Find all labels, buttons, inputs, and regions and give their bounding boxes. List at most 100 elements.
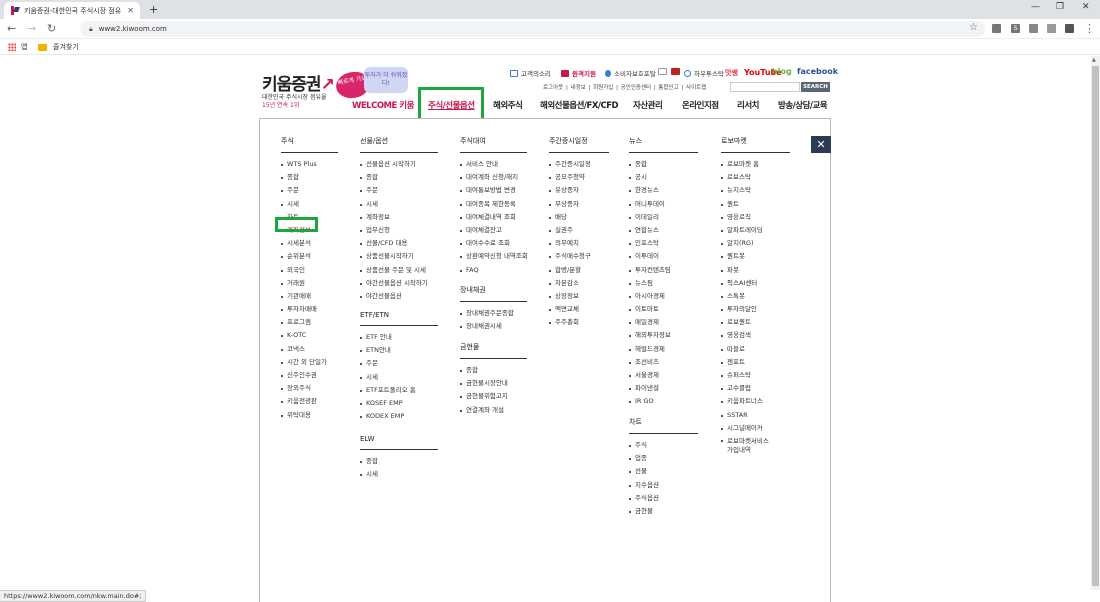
forward-icon[interactable]: → (27, 22, 36, 35)
menu-item[interactable]: 주식매수청구 (549, 250, 609, 263)
menu-item[interactable]: 헤럴드경제 (629, 343, 698, 356)
menu-item[interactable]: 주간증시일정 (549, 158, 609, 171)
menu-item[interactable]: 장내채권시세 (460, 320, 527, 333)
menu-item[interactable]: 주문 (360, 357, 438, 370)
menu-item[interactable]: 해외투자정보 (629, 329, 698, 342)
menu-item[interactable]: 야간선물옵션 시작하기 (360, 277, 438, 290)
menu-item[interactable]: 머니투데이 (629, 198, 698, 211)
menu-item[interactable]: 주식 (629, 439, 698, 452)
menu-item[interactable]: 실권주 (549, 224, 609, 237)
menu-item[interactable]: ETF 안내 (360, 331, 438, 344)
menu-item[interactable]: 조선비즈 (629, 356, 698, 369)
util-customer[interactable]: 고객의소리 (510, 68, 551, 78)
menu-item[interactable]: 금현물 (629, 505, 698, 518)
menu-dots-icon[interactable]: ⋮ (1084, 22, 1095, 35)
scroll-up-icon[interactable]: ▲ (1092, 57, 1096, 63)
maximize-icon[interactable]: ❐ (1056, 2, 1064, 12)
menu-item[interactable]: 뉴스핌 (629, 277, 698, 290)
menu-item[interactable]: 합병/분할 (549, 264, 609, 277)
us-flag-icon[interactable] (671, 68, 683, 75)
menu-item[interactable]: 영웅로직 (721, 211, 790, 224)
menu-item[interactable]: 서비스 안내 (460, 158, 527, 171)
close-window-icon[interactable]: ✕ (1082, 2, 1090, 12)
menu-item[interactable]: 대여계좌 신청/해지 (460, 171, 527, 184)
favorites-folder[interactable]: 즐겨찾기 (38, 42, 79, 52)
menu-item[interactable]: 외국인 (281, 264, 338, 277)
menu-item[interactable]: 픽스AI센터 (721, 277, 790, 290)
extension-icon[interactable] (992, 24, 1001, 33)
address-bar[interactable]: 🔒︎ www2.kiwoom.com ☆ (80, 21, 985, 37)
nav-welcome[interactable]: WELCOME 키움 (352, 99, 414, 111)
menu-item[interactable]: 퀀트봇 (721, 250, 790, 263)
menu-item[interactable]: 한경뉴스 (629, 184, 698, 197)
menu-item[interactable]: 시간 외 단일가 (281, 356, 338, 369)
menu-item[interactable]: K-OTC (281, 329, 338, 342)
menu-item[interactable]: 대여체결내역 조회 (460, 211, 527, 224)
menu-item[interactable]: 키움전광판 (281, 395, 338, 408)
new-tab-icon[interactable]: + (149, 3, 158, 16)
menu-item[interactable]: 스톡봇 (721, 290, 790, 303)
menu-item[interactable]: 상장정보 (549, 290, 609, 303)
menu-item[interactable]: 따블로 (721, 343, 790, 356)
menu-item[interactable]: 상품선물 주문 및 시세 (360, 264, 438, 277)
menu-item[interactable]: 장내채권주문종합 (460, 307, 527, 320)
minimize-icon[interactable]: — (1031, 2, 1040, 12)
util-consumer[interactable]: 소비자보호포탈 (605, 68, 656, 78)
menu-item[interactable]: 알파트레이딩 (721, 224, 790, 237)
menu-item[interactable]: 지수옵션 (629, 479, 698, 492)
menu-item[interactable]: 주문 (360, 184, 438, 197)
menu-item[interactable]: 로보스탁 (721, 171, 790, 184)
menu-item[interactable]: 젠포트 (721, 356, 790, 369)
menu-item[interactable]: 금현물위험고지 (460, 390, 527, 403)
menu-item[interactable]: 인포스탁 (629, 237, 698, 250)
menu-item[interactable]: KODEX EMP (360, 410, 438, 423)
menu-item[interactable]: 공시 (629, 171, 698, 184)
menu-item[interactable]: 대여수수료 조회 (460, 237, 527, 250)
menu-item[interactable]: 영웅검색 (721, 329, 790, 342)
menu-item[interactable]: 연합뉴스 (629, 224, 698, 237)
menu-item[interactable]: 시세 (360, 371, 438, 384)
menu-item[interactable]: 매일경제 (629, 316, 698, 329)
menu-item[interactable]: 무상증자 (549, 198, 609, 211)
menu-item[interactable]: 종합 (281, 171, 338, 184)
nav-overseas-stock[interactable]: 해외주식 (493, 99, 523, 111)
reload-icon[interactable]: ↻ (47, 22, 56, 35)
menu-item[interactable]: 의무예치 (549, 237, 609, 250)
scrollbar-thumb[interactable] (1092, 66, 1099, 586)
promo-bubble-blue[interactable]: 투자가 더 쉬워졌다! (364, 67, 408, 93)
menu-item[interactable]: 시세 (360, 198, 438, 211)
kiwoom-logo[interactable]: 키움증권↗ (262, 70, 335, 95)
menu-item[interactable]: 야간선물옵션 (360, 290, 438, 303)
menu-item[interactable]: 시세 (360, 468, 438, 481)
browser-tab[interactable]: 키움증권-대한민국 주식시장 점유 ✕ (4, 2, 140, 19)
menu-item[interactable]: 투자자매매 (281, 303, 338, 316)
menu-item[interactable]: 퀀트 (721, 198, 790, 211)
menu-item[interactable]: 업종 (629, 452, 698, 465)
menu-item[interactable]: 고수클럽 (721, 382, 790, 395)
menu-item[interactable]: 계좌정보 (360, 211, 438, 224)
pen-icon[interactable] (1065, 24, 1074, 33)
menu-item[interactable]: WTS Plus (281, 158, 338, 171)
menu-item[interactable]: 투자의달인 (721, 303, 790, 316)
apps-shortcut[interactable]: 앱 (8, 42, 27, 52)
menu-item[interactable]: 아시아경제 (629, 290, 698, 303)
nav-overseas-futures[interactable]: 해외선물옵션/FX/CFD (540, 99, 619, 111)
menu-item[interactable]: SSTAR (721, 409, 790, 422)
util-blog[interactable]: blog (772, 67, 792, 76)
menu-item[interactable]: 공모주청약 (549, 171, 609, 184)
util-facebook[interactable]: facebook (797, 67, 838, 76)
menu-item[interactable]: 뉴지스탁 (721, 184, 790, 197)
menu-item[interactable]: 상품선물시작하기 (360, 250, 438, 263)
reading-list-icon[interactable] (1047, 24, 1056, 33)
menu-item[interactable]: 주문 (281, 184, 338, 197)
menu-item[interactable]: 프로그램 (281, 316, 338, 329)
menu-item[interactable]: 코넥스 (281, 343, 338, 356)
menu-item[interactable]: 파봇 (721, 264, 790, 277)
extension-s-icon[interactable]: S (1011, 24, 1020, 33)
menu-item[interactable]: 선물 (629, 465, 698, 478)
menu-item[interactable]: 순위분석 (281, 250, 338, 263)
menu-item[interactable]: 종합 (360, 171, 438, 184)
menu-item[interactable]: 위탁대용 (281, 409, 338, 422)
menu-item[interactable]: 거래원 (281, 277, 338, 290)
menu-item[interactable]: 이토마토 (629, 303, 698, 316)
